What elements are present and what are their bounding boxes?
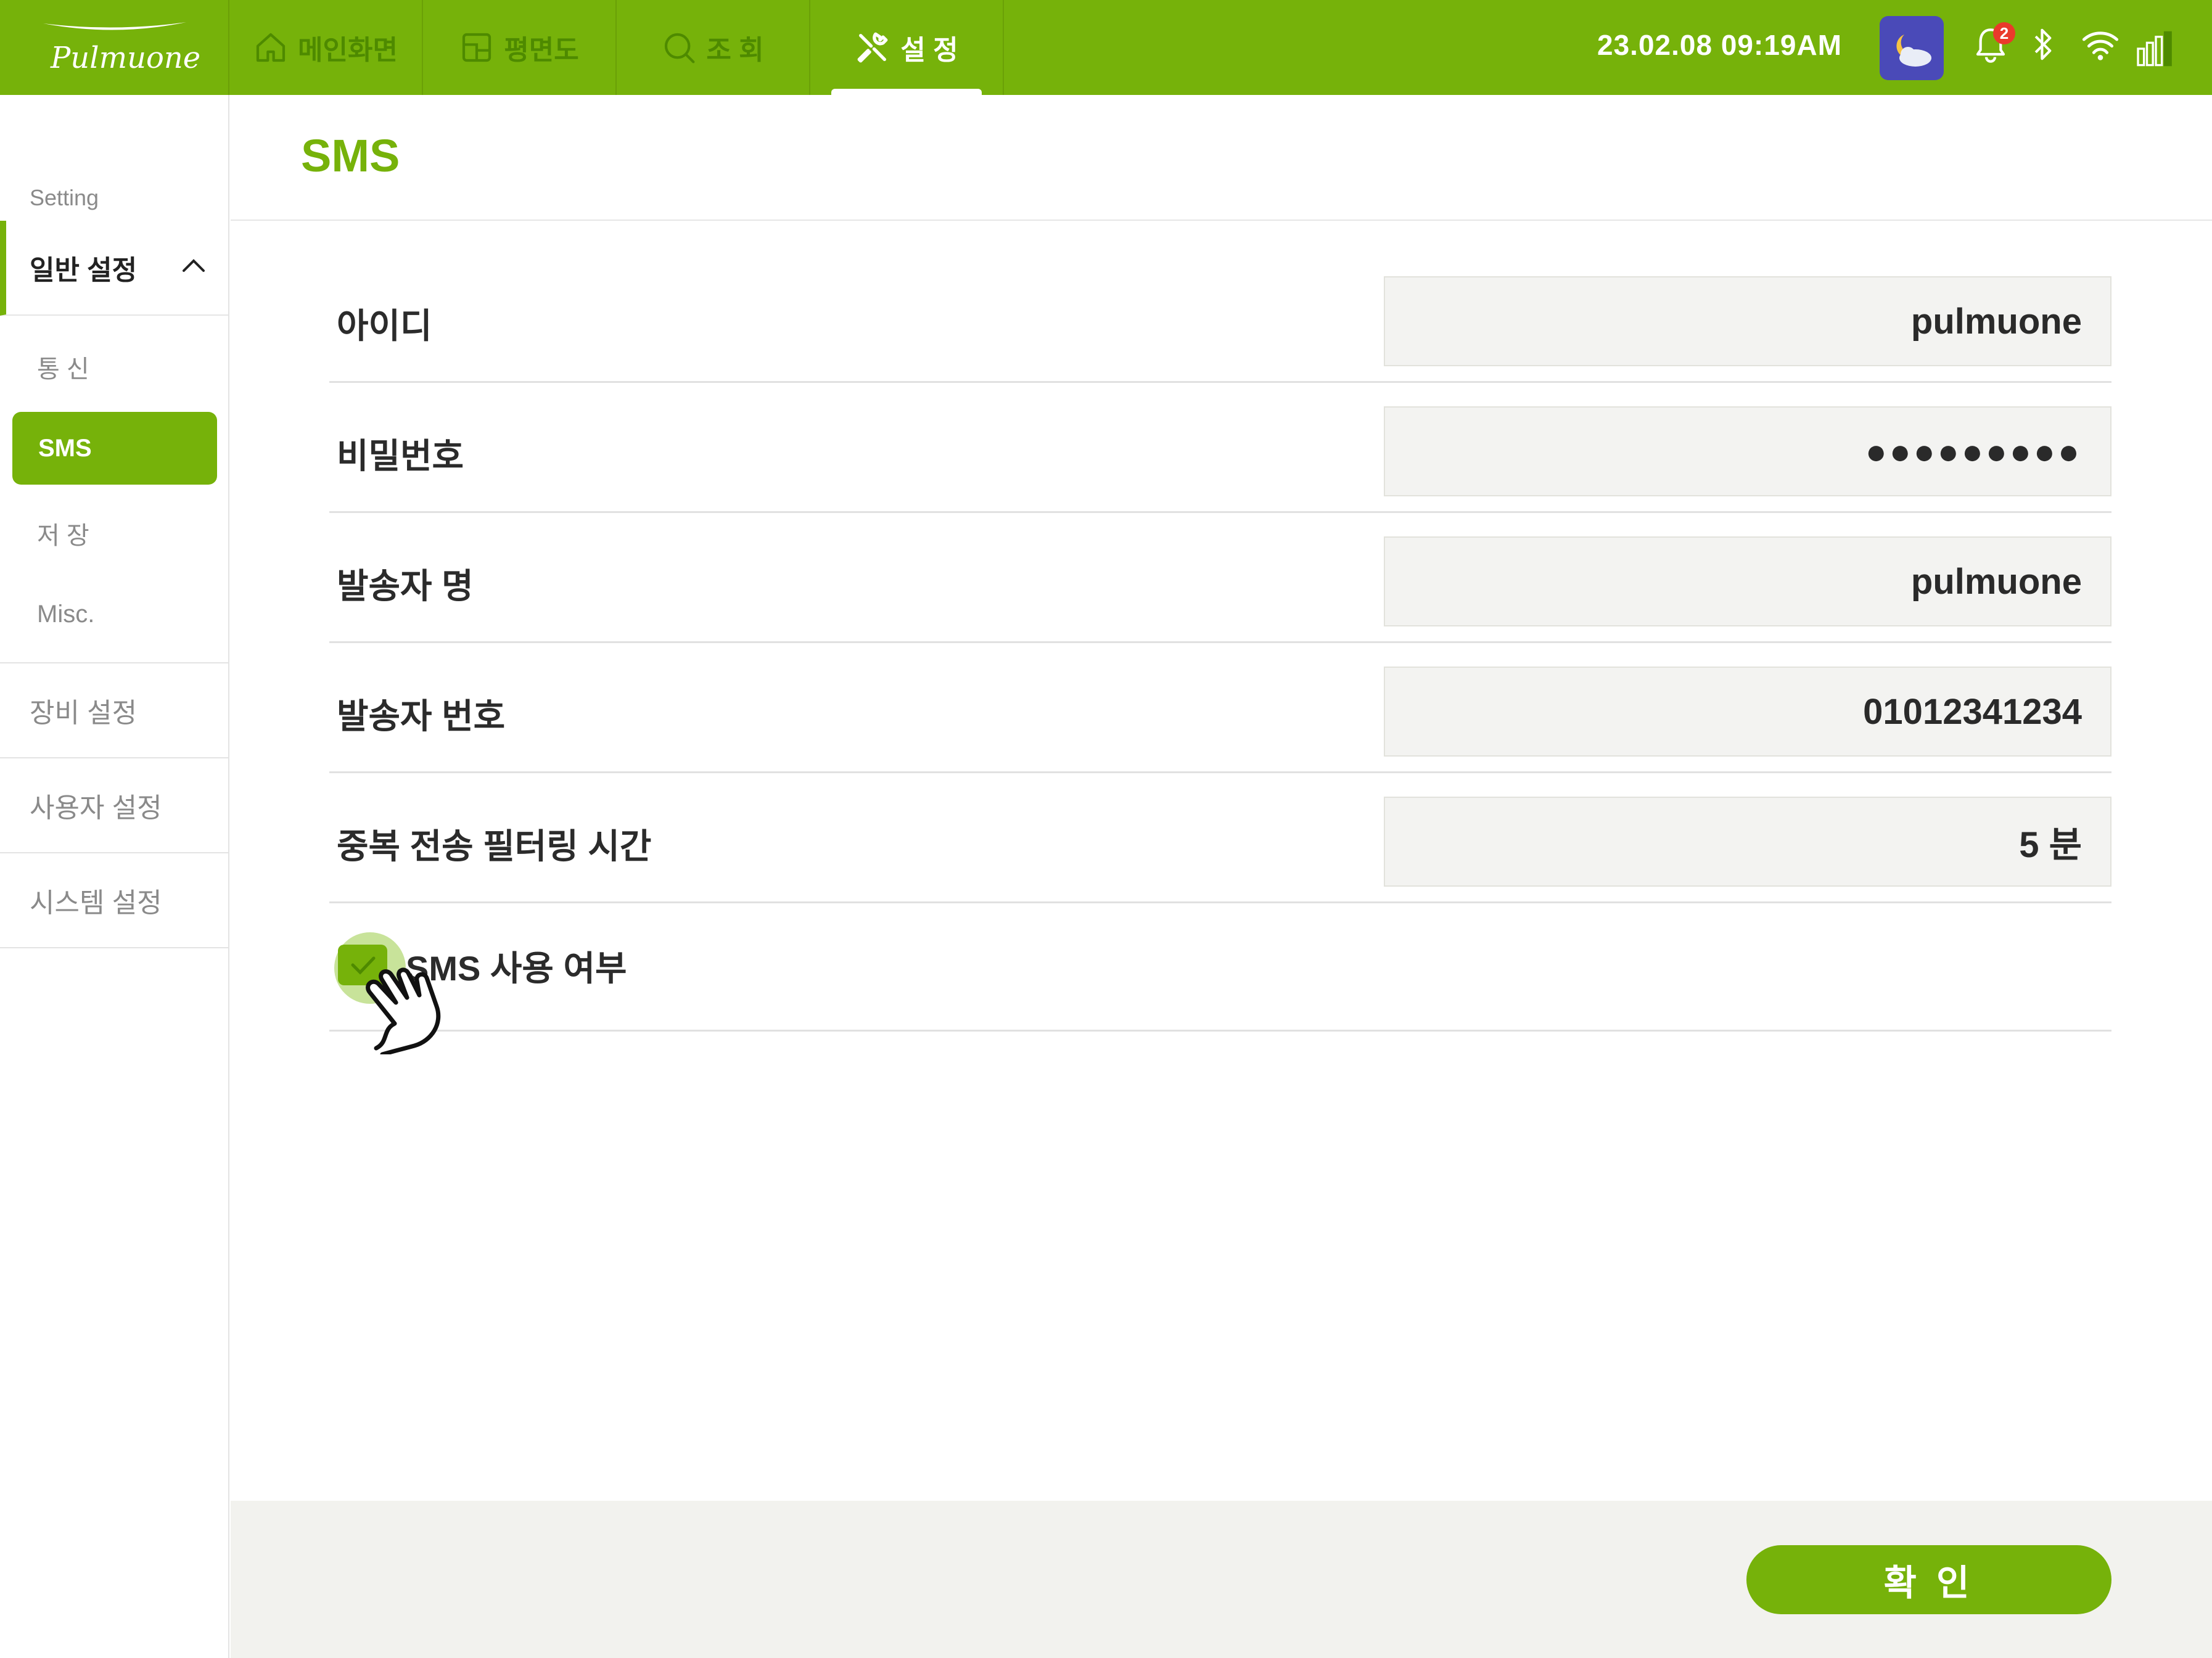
form-row-sender-number: 발송자 번호 01012341234 [329,643,2111,773]
sender-name-field[interactable]: pulmuone [1384,536,2111,626]
sender-name-value: pulmuone [1910,561,2082,602]
sidebar-group-general[interactable]: 일반 설정 [0,221,228,316]
sender-number-field[interactable]: 01012341234 [1384,667,2111,757]
form-row-sms-enabled: SMS 사용 여부 [329,901,2111,1032]
sidebar-item-label: 시스템 설정 [30,888,162,918]
sidebar-item-sms[interactable]: SMS [12,412,217,485]
notification-badge: 2 [1993,22,2015,44]
password-value: ●●●●●●●●● [1865,431,2082,472]
duplicate-filter-label: 중복 전송 필터링 시간 [337,827,652,866]
tab-main-screen[interactable]: 메인화면 [229,0,423,95]
tab-label: 조 회 [706,35,764,65]
wifi-icon[interactable] [2081,25,2120,64]
sidebar-item-users[interactable]: 사용자 설정 [0,757,228,852]
password-field[interactable]: ●●●●●●●●● [1384,406,2111,496]
sidebar-divider [0,947,228,948]
sidebar-item-misc[interactable]: Misc. [37,601,94,628]
id-value: pulmuone [1910,301,2082,342]
top-bar: Pulmuone 메인화면 평면도 조 회 설 정 23.02.08 09:19… [0,0,2212,95]
id-field[interactable]: pulmuone [1384,276,2111,366]
sidebar-caption: Setting [30,185,99,210]
page-title: SMS [301,130,400,181]
settings-sidebar: Setting 일반 설정 통 신 SMS 저 장 Misc. 장비 설정 사용… [0,95,229,1658]
sidebar-group-label: 일반 설정 [30,255,138,285]
duplicate-filter-field[interactable]: 5 분 [1384,797,2111,887]
sidebar-item-system[interactable]: 시스템 설정 [0,852,228,947]
sender-number-label: 발송자 번호 [337,697,506,736]
duplicate-filter-value: 5 분 [2019,825,2082,865]
confirm-button[interactable]: 확 인 [1746,1545,2111,1614]
battery-icon [2137,31,2172,67]
form-row-password: 비밀번호 ●●●●●●●●● [329,383,2111,513]
floorplan-icon [463,33,491,62]
sidebar-item-label: 장비 설정 [30,698,138,728]
logo-swoosh-icon [43,22,186,30]
weather-night-icon[interactable] [1880,16,1944,80]
sidebar-item-communication[interactable]: 통 신 [37,349,89,385]
form-row-sender-name: 발송자 명 pulmuone [329,513,2111,643]
active-tab-indicator [831,89,982,95]
sidebar-item-label: 사용자 설정 [30,793,162,823]
tools-icon [857,32,888,63]
tab-label: 설 정 [900,35,958,65]
sidebar-item-storage[interactable]: 저 장 [37,515,89,551]
id-label: 아이디 [337,306,432,345]
logo-text: Pulmuone [51,41,201,75]
password-label: 비밀번호 [337,437,464,475]
tab-settings[interactable]: 설 정 [810,0,1004,95]
sidebar-item-equipment[interactable]: 장비 설정 [0,662,228,757]
sender-name-label: 발송자 명 [337,567,474,605]
tab-floorplan[interactable]: 평면도 [423,0,617,95]
form-row-duplicate-filter: 중복 전송 필터링 시간 5 분 [329,773,2111,903]
title-divider [231,220,2212,221]
tab-label: 평면도 [504,35,579,65]
tab-search[interactable]: 조 회 [617,0,810,95]
datetime: 23.02.08 09:19AM [1597,29,1843,61]
search-icon [665,33,695,64]
sender-number-value: 01012341234 [1863,691,2082,732]
chevron-up-icon [183,259,205,272]
bluetooth-icon[interactable] [2033,25,2055,64]
pointer-hand-icon [366,967,441,1054]
form-row-id: 아이디 pulmuone [329,253,2111,383]
tab-label: 메인화면 [298,35,398,65]
home-icon [256,33,286,62]
pulmuone-logo[interactable]: Pulmuone [0,0,229,95]
